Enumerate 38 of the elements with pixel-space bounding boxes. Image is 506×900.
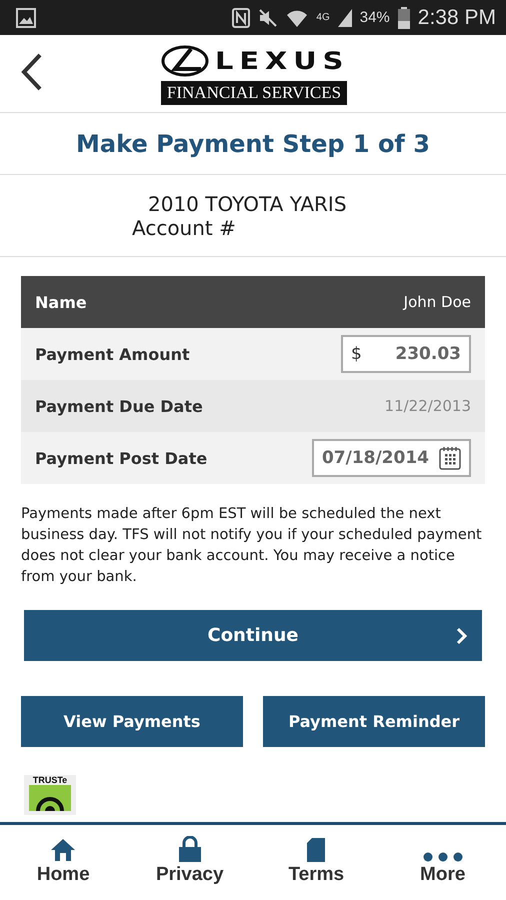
row-label: Payment Amount [35, 344, 190, 364]
nav-tab[interactable]: Home [0, 825, 126, 900]
continue-button[interactable]: Continue [24, 610, 482, 661]
row-value: John Doe [404, 293, 471, 311]
logo-emblem-icon [161, 45, 209, 77]
more-icon [422, 852, 463, 862]
back-icon [20, 52, 44, 92]
trust-badge[interactable]: TRUSTe [24, 775, 76, 815]
nav-tab[interactable]: More [380, 825, 506, 900]
row-value: 11/22/2013 [384, 397, 471, 415]
signal-icon [338, 8, 352, 26]
network-type: 4G [316, 12, 330, 23]
mute-icon [258, 8, 278, 28]
amount-field[interactable]: $ 230.03 [341, 335, 471, 373]
battery-icon [398, 6, 410, 28]
row-label: Payment Due Date [35, 396, 203, 416]
gallery-icon [16, 8, 36, 28]
lock-icon [178, 836, 202, 862]
date-field[interactable]: 07/18/2014 [312, 439, 471, 477]
battery-percent: 34% [360, 9, 390, 26]
notice-text: Payments made after 6pm EST will be scheduled the next business day. TFS will not notify you if your scheduled payment does not clear your bank account. You may receive a notice from your bank. [21, 505, 483, 587]
brand-name: LEXUS [215, 47, 350, 75]
account-number: Account # [132, 216, 237, 240]
document-icon [307, 838, 326, 862]
action-button[interactable]: Payment Reminder [263, 696, 485, 747]
chevron-icon [456, 627, 468, 645]
nav-tab[interactable]: Privacy [126, 825, 253, 900]
calendar-icon [439, 446, 461, 470]
logo-subtitle: FINANCIAL SERVICES [161, 81, 347, 105]
vehicle-name: 2010 TOYOTA YARIS [147, 192, 348, 216]
nav-tab[interactable]: Terms [253, 825, 380, 900]
page-title: Make Payment Step 1 of 3 [0, 113, 506, 175]
clock: 2:38 PM [418, 6, 496, 30]
nfc-icon [232, 8, 250, 28]
home-icon [50, 838, 76, 862]
row-label: Payment Post Date [35, 448, 208, 468]
action-button[interactable]: View Payments [21, 696, 243, 747]
row-label: Name [35, 292, 87, 312]
